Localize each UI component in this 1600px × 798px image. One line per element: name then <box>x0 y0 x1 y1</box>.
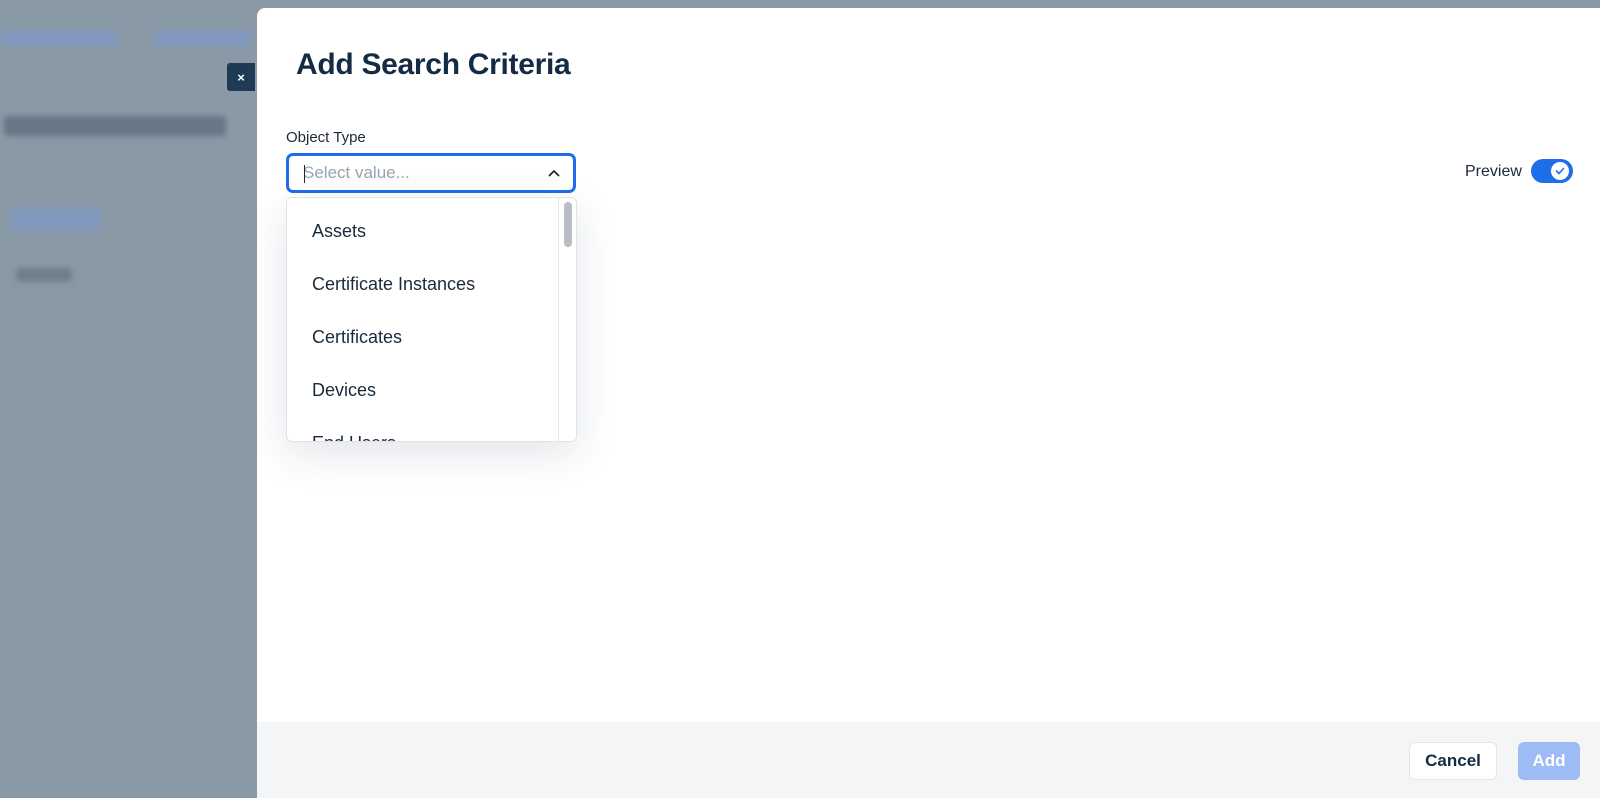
dropdown-scrollbar[interactable] <box>558 198 576 441</box>
background-title <box>4 116 226 136</box>
background-tab <box>155 30 251 46</box>
preview-label: Preview <box>1465 163 1522 180</box>
modal-footer: Cancel Add <box>257 722 1600 798</box>
option-certificates[interactable]: Certificates <box>312 327 402 348</box>
background-tab <box>0 30 118 46</box>
object-type-dropdown: Assets Certificate Instances Certificate… <box>286 197 577 442</box>
modal-title: Add Search Criteria <box>296 48 571 81</box>
option-devices[interactable]: Devices <box>312 380 376 401</box>
text-cursor <box>304 165 305 183</box>
close-modal-button[interactable]: × <box>227 63 255 91</box>
background-pill <box>10 208 100 230</box>
scrollbar-thumb[interactable] <box>564 202 572 247</box>
object-type-input[interactable] <box>303 163 547 183</box>
object-type-select[interactable] <box>286 153 576 193</box>
cancel-button[interactable]: Cancel <box>1409 742 1497 780</box>
toggle-knob <box>1551 162 1569 180</box>
background-item <box>16 268 72 282</box>
check-icon <box>1555 167 1565 175</box>
option-certificate-instances[interactable]: Certificate Instances <box>312 274 475 295</box>
add-button[interactable]: Add <box>1518 742 1580 780</box>
add-search-criteria-modal: Add Search Criteria Object Type Assets C… <box>257 8 1600 798</box>
option-end-users[interactable]: End Users <box>312 433 396 441</box>
object-type-label: Object Type <box>286 129 366 146</box>
close-icon: × <box>237 69 245 85</box>
chevron-up-icon[interactable] <box>547 166 561 180</box>
preview-toggle[interactable] <box>1531 159 1573 183</box>
option-assets[interactable]: Assets <box>312 221 366 242</box>
